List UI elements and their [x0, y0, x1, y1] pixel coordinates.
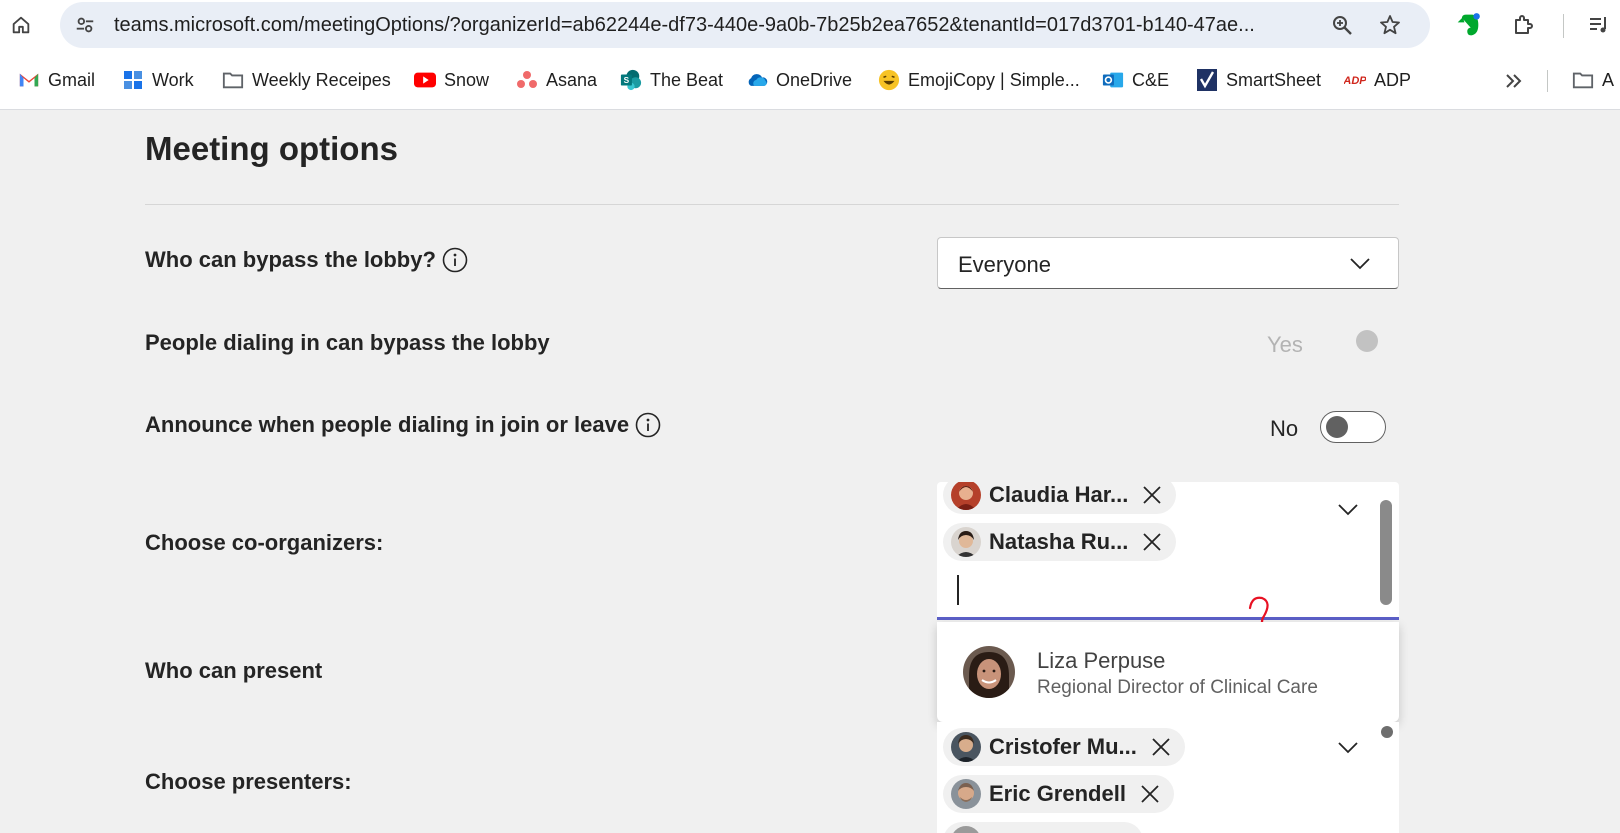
close-icon	[1143, 486, 1162, 504]
double-chevron-right-icon	[1506, 74, 1522, 88]
avatar	[951, 779, 981, 809]
toolbar-divider	[1563, 14, 1564, 38]
bookmarks-overflow-button[interactable]	[1500, 68, 1528, 94]
person-chip[interactable]	[943, 822, 1143, 833]
close-icon	[1152, 738, 1170, 756]
announce-toggle[interactable]	[1320, 411, 1386, 443]
co-organizers-picker[interactable]: Claudia Har... Natasha Ru...	[937, 482, 1399, 620]
toggle-knob	[1356, 330, 1378, 352]
svg-text:S: S	[624, 76, 630, 85]
announce-state: No	[1270, 416, 1299, 441]
close-icon	[1143, 533, 1162, 551]
chevron-down-icon	[1348, 254, 1372, 274]
omnibox[interactable]: teams.microsoft.com/meetingOptions/?orga…	[60, 2, 1430, 48]
chevron-down-icon[interactable]	[1336, 738, 1360, 758]
sharepoint-icon: S	[620, 69, 642, 91]
person-suggestion-list: Liza Perpuse Regional Director of Clinic…	[937, 622, 1399, 722]
avatar	[951, 527, 981, 557]
bookmarks-divider	[1547, 70, 1548, 92]
who-can-present-label: Who can present	[145, 658, 323, 683]
evernote-extension[interactable]	[1454, 10, 1484, 40]
bookmark-all-bookmarks[interactable]: A	[1572, 66, 1614, 94]
evernote-icon	[1457, 13, 1480, 36]
close-icon	[1141, 785, 1159, 803]
bookmark-snow[interactable]: Snow	[414, 66, 489, 94]
suggestion-job-title: Regional Director of Clinical Care	[1037, 677, 1318, 698]
person-chip[interactable]: Eric Grendell	[943, 775, 1174, 813]
bookmark-c-and-e[interactable]: C&E	[1102, 66, 1169, 94]
bypass-lobby-dropdown[interactable]: Everyone	[937, 237, 1399, 289]
avatar	[951, 482, 981, 510]
smartsheet-icon	[1196, 69, 1218, 91]
info-icon[interactable]	[635, 412, 661, 438]
site-info-button[interactable]	[72, 12, 98, 38]
queue-music-icon	[1590, 17, 1606, 33]
person-chip[interactable]: Claudia Har...	[943, 482, 1177, 514]
bookmark-adp[interactable]: ADP ADP	[1344, 66, 1411, 94]
youtube-icon	[414, 69, 436, 91]
extensions-button[interactable]	[1508, 10, 1538, 40]
person-chip[interactable]: Cristofer Mu...	[943, 728, 1185, 766]
folder-icon	[1572, 69, 1594, 91]
dial-in-bypass-state: Yes	[1267, 332, 1303, 357]
home-icon	[12, 16, 30, 34]
star-icon	[1380, 15, 1400, 35]
media-controls-button[interactable]	[1584, 10, 1614, 40]
person-chip[interactable]: Natasha Ru...	[943, 523, 1177, 561]
suggestion-name: Liza Perpuse	[1037, 648, 1166, 673]
remove-person-button[interactable]	[1140, 784, 1160, 804]
bookmarks-bar: Gmail Work Weekly Receipes Snow Asana S …	[0, 60, 1620, 100]
tune-icon	[76, 17, 94, 33]
browser-chrome: teams.microsoft.com/meetingOptions/?orga…	[0, 0, 1620, 110]
picker-scrollbar[interactable]	[1381, 726, 1393, 738]
remove-person-button[interactable]	[1151, 737, 1171, 757]
bookmark-work[interactable]: Work	[122, 66, 194, 94]
cloud-icon	[746, 69, 768, 91]
bookmark-onedrive[interactable]: OneDrive	[746, 66, 852, 94]
page-title: Meeting options	[145, 130, 398, 167]
bypass-lobby-label: Who can bypass the lobby?	[145, 247, 468, 273]
bookmark-asana[interactable]: Asana	[516, 66, 597, 94]
picker-scrollbar[interactable]	[1380, 500, 1392, 605]
announce-label: Announce when people dialing in join or …	[145, 412, 661, 438]
bookmark-star-button[interactable]	[1376, 11, 1404, 39]
home-button[interactable]	[6, 10, 36, 40]
suggestion-item[interactable]: Liza Perpuse Regional Director of Clinic…	[937, 622, 1399, 722]
folder-icon	[222, 69, 244, 91]
dial-in-bypass-toggle[interactable]	[1336, 326, 1380, 358]
outlook-icon	[1102, 69, 1124, 91]
title-divider	[145, 204, 1399, 205]
chevron-down-icon[interactable]	[1336, 500, 1360, 520]
avatar	[951, 732, 981, 762]
avatar	[963, 646, 1015, 698]
adp-icon: ADP	[1344, 69, 1366, 91]
bookmark-the-beat[interactable]: S The Beat	[620, 66, 723, 94]
asana-icon	[516, 69, 538, 91]
gmail-icon	[18, 69, 40, 91]
bookmark-emojicopy[interactable]: EmojiCopy | Simple...	[878, 66, 1080, 94]
grid-icon	[122, 69, 144, 91]
bypass-lobby-value: Everyone	[958, 252, 1051, 277]
svg-text:ADP: ADP	[1344, 75, 1366, 87]
url-text[interactable]: teams.microsoft.com/meetingOptions/?orga…	[114, 14, 1384, 37]
toggle-knob	[1326, 415, 1348, 438]
puzzle-icon	[1515, 15, 1533, 34]
zoom-button[interactable]	[1328, 11, 1356, 39]
presenters-picker[interactable]: Cristofer Mu... Eric Grendell	[937, 722, 1399, 833]
zoom-icon	[1333, 16, 1352, 35]
emoji-icon	[878, 69, 900, 91]
presenters-label: Choose presenters:	[145, 769, 352, 794]
bookmark-smartsheet[interactable]: SmartSheet	[1196, 66, 1321, 94]
address-bar-row: teams.microsoft.com/meetingOptions/?orga…	[0, 0, 1620, 52]
co-organizers-label: Choose co-organizers:	[145, 530, 384, 555]
avatar	[951, 826, 981, 833]
co-organizers-search-input[interactable]	[957, 575, 959, 605]
remove-person-button[interactable]	[1142, 532, 1162, 552]
bookmark-weekly-receipes[interactable]: Weekly Receipes	[222, 66, 391, 94]
dial-in-bypass-label: People dialing in can bypass the lobby	[145, 330, 550, 355]
bookmark-gmail[interactable]: Gmail	[18, 66, 95, 94]
info-icon[interactable]	[442, 247, 468, 273]
remove-person-button[interactable]	[1142, 485, 1162, 505]
